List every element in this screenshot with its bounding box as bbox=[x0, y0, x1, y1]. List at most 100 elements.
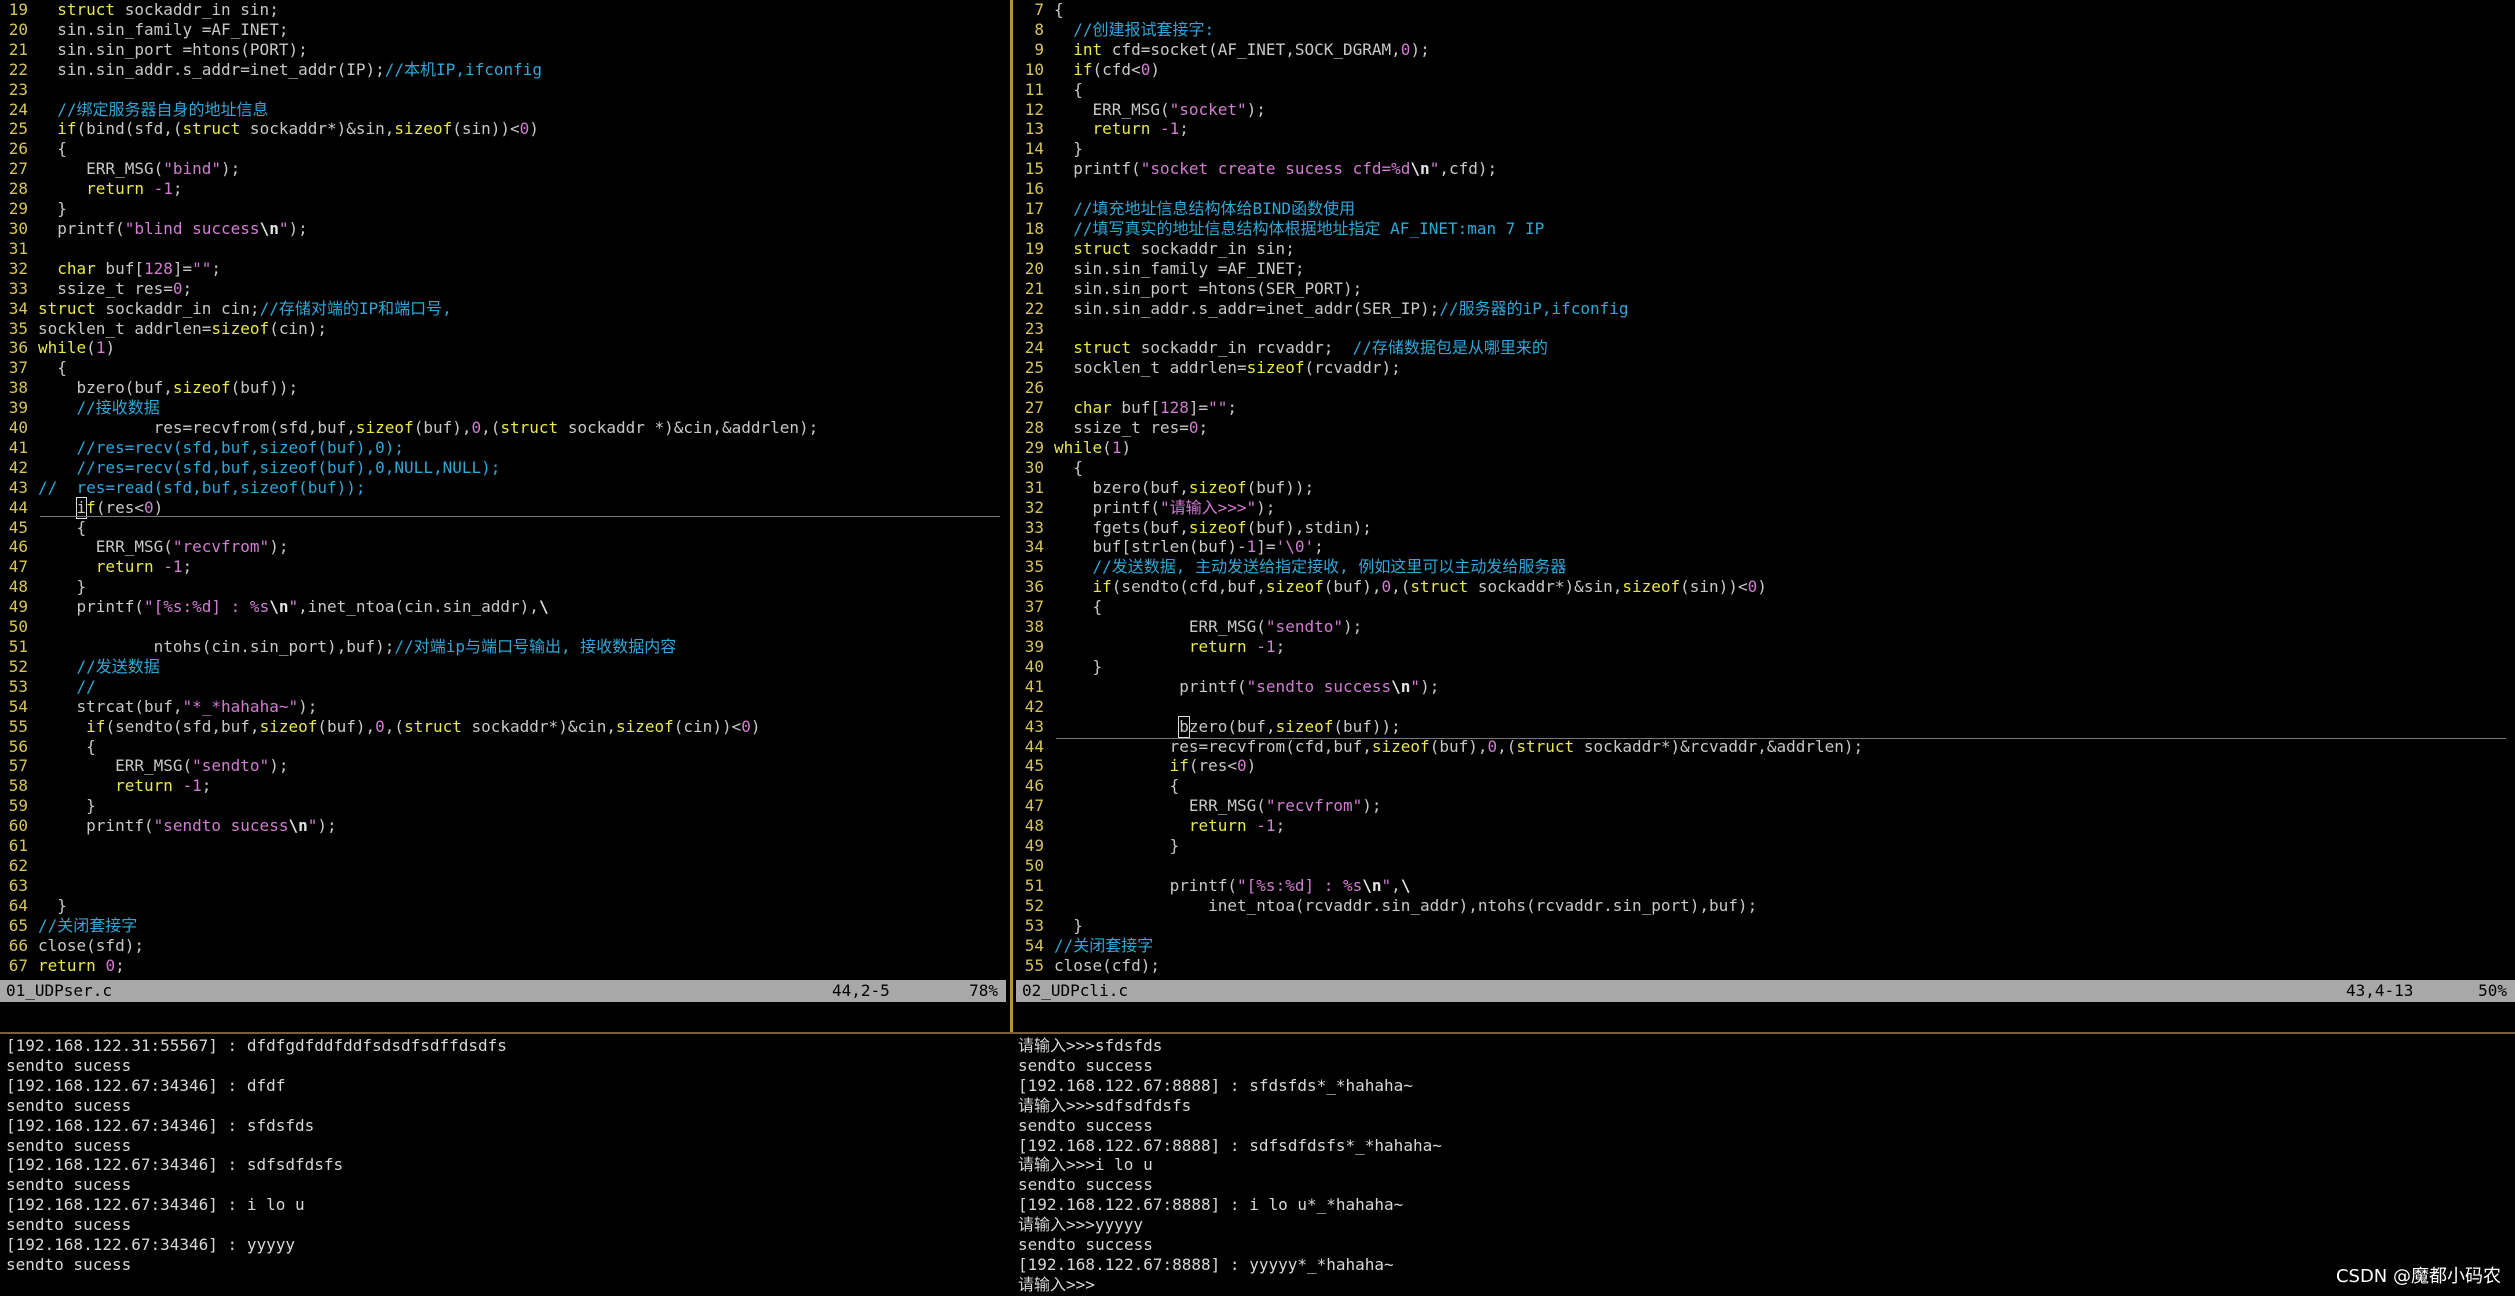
right-code-line[interactable]: 54 //关闭套接字 bbox=[1016, 936, 2515, 956]
right-code-line[interactable]: 46 { bbox=[1016, 776, 2515, 796]
right-code-line[interactable]: 19 struct sockaddr_in sin; bbox=[1016, 239, 2515, 259]
left-code-line[interactable]: 43 // res=read(sfd,buf,sizeof(buf)); bbox=[0, 478, 1006, 498]
right-code-line[interactable]: 47 ERR_MSG("recvfrom"); bbox=[1016, 796, 2515, 816]
right-code-line[interactable]: 18 //填写真实的地址信息结构体根据地址指定 AF_INET:man 7 IP bbox=[1016, 219, 2515, 239]
left-code-line[interactable]: 28 return -1; bbox=[0, 179, 1006, 199]
right-code-line[interactable]: 22 sin.sin_addr.s_addr=inet_addr(SER_IP)… bbox=[1016, 299, 2515, 319]
left-code-line[interactable]: 50 bbox=[0, 617, 1006, 637]
right-code-line[interactable]: 52 inet_ntoa(rcvaddr.sin_addr),ntohs(rcv… bbox=[1016, 896, 2515, 916]
right-code-line[interactable]: 28 ssize_t res=0; bbox=[1016, 418, 2515, 438]
right-code-line[interactable]: 21 sin.sin_port =htons(SER_PORT); bbox=[1016, 279, 2515, 299]
right-code-line[interactable]: 27 char buf[128]=""; bbox=[1016, 398, 2515, 418]
right-terminal-pane[interactable]: 请输入>>>sfdsfds sendto success [192.168.122.… bbox=[1016, 1036, 2515, 1296]
left-code-line[interactable]: 39 //接收数据 bbox=[0, 398, 1006, 418]
right-code-line[interactable]: 45 if(res<0) bbox=[1016, 756, 2515, 776]
right-code-line[interactable]: 33 fgets(buf,sizeof(buf),stdin); bbox=[1016, 518, 2515, 538]
left-code-line[interactable]: 65 //关闭套接字 bbox=[0, 916, 1006, 936]
left-code-line[interactable]: 64 } bbox=[0, 896, 1006, 916]
right-code-line[interactable]: 25 socklen_t addrlen=sizeof(rcvaddr); bbox=[1016, 358, 2515, 378]
right-code-line[interactable]: 55 close(cfd); bbox=[1016, 956, 2515, 976]
left-code-line[interactable]: 62 bbox=[0, 856, 1006, 876]
right-code-line[interactable]: 40 } bbox=[1016, 657, 2515, 677]
left-code-line[interactable]: 52 //发送数据 bbox=[0, 657, 1006, 677]
right-code-line[interactable]: 14 } bbox=[1016, 139, 2515, 159]
right-code-line[interactable]: 8 //创建报试套接字: bbox=[1016, 20, 2515, 40]
left-code-line[interactable]: 63 bbox=[0, 876, 1006, 896]
left-code-line[interactable]: 33 ssize_t res=0; bbox=[0, 279, 1006, 299]
right-code-line[interactable]: 24 struct sockaddr_in rcvaddr; //存储数据包是从… bbox=[1016, 338, 2515, 358]
horizontal-split-divider[interactable] bbox=[0, 1032, 2515, 1034]
left-code-area[interactable]: 19 struct sockaddr_in sin; 20 sin.sin_fam… bbox=[0, 0, 1006, 975]
left-code-line[interactable]: 35 socklen_t addrlen=sizeof(cin); bbox=[0, 319, 1006, 339]
left-code-line[interactable]: 49 printf("[%s:%d] : %s\n",inet_ntoa(cin… bbox=[0, 597, 1006, 617]
left-editor-pane[interactable]: 19 struct sockaddr_in sin; 20 sin.sin_fam… bbox=[0, 0, 1006, 980]
right-code-line[interactable]: 26 bbox=[1016, 378, 2515, 398]
right-code-line[interactable]: 31 bzero(buf,sizeof(buf)); bbox=[1016, 478, 2515, 498]
right-code-line[interactable]: 35 //发送数据, 主动发送给指定接收, 例如这里可以主动发给服务器 bbox=[1016, 557, 2515, 577]
left-code-line[interactable]: 66 close(sfd); bbox=[0, 936, 1006, 956]
left-code-line[interactable]: 41 //res=recv(sfd,buf,sizeof(buf),0); bbox=[0, 438, 1006, 458]
right-code-line[interactable]: 32 printf("请输入>>>"); bbox=[1016, 498, 2515, 518]
right-code-line[interactable]: 10 if(cfd<0) bbox=[1016, 60, 2515, 80]
left-code-line[interactable]: 34 struct sockaddr_in cin;//存储对端的IP和端口号, bbox=[0, 299, 1006, 319]
right-code-line[interactable]: 53 } bbox=[1016, 916, 2515, 936]
right-code-line[interactable]: 49 } bbox=[1016, 836, 2515, 856]
vertical-split-divider[interactable] bbox=[1010, 0, 1013, 1032]
left-code-line[interactable]: 56 { bbox=[0, 737, 1006, 757]
left-code-line[interactable]: 23 bbox=[0, 80, 1006, 100]
left-code-line[interactable]: 61 bbox=[0, 836, 1006, 856]
left-code-line[interactable]: 40 res=recvfrom(sfd,buf,sizeof(buf),0,(s… bbox=[0, 418, 1006, 438]
left-code-line[interactable]: 37 { bbox=[0, 358, 1006, 378]
right-code-line[interactable]: 36 if(sendto(cfd,buf,sizeof(buf),0,(stru… bbox=[1016, 577, 2515, 597]
right-code-line[interactable]: 11 { bbox=[1016, 80, 2515, 100]
left-code-line[interactable]: 19 struct sockaddr_in sin; bbox=[0, 0, 1006, 20]
right-code-line[interactable]: 39 return -1; bbox=[1016, 637, 2515, 657]
right-code-line[interactable]: 34 buf[strlen(buf)-1]='\0'; bbox=[1016, 537, 2515, 557]
left-code-line[interactable]: 67 return 0; bbox=[0, 956, 1006, 976]
right-code-line[interactable]: 44 res=recvfrom(cfd,buf,sizeof(buf),0,(s… bbox=[1016, 737, 2515, 757]
left-code-line[interactable]: 45 { bbox=[0, 518, 1006, 538]
right-code-line[interactable]: 7{ bbox=[1016, 0, 2515, 20]
right-code-line[interactable]: 30 { bbox=[1016, 458, 2515, 478]
right-code-line[interactable]: 48 return -1; bbox=[1016, 816, 2515, 836]
left-code-line[interactable]: 42 //res=recv(sfd,buf,sizeof(buf),0,NULL… bbox=[0, 458, 1006, 478]
left-code-line[interactable]: 54 strcat(buf,"*_*hahaha~"); bbox=[0, 697, 1006, 717]
left-code-line[interactable]: 51 ntohs(cin.sin_port),buf);//对端ip与端口号输出… bbox=[0, 637, 1006, 657]
left-code-line[interactable]: 21 sin.sin_port =htons(PORT); bbox=[0, 40, 1006, 60]
right-code-line[interactable]: 43 bzero(buf,sizeof(buf)); bbox=[1016, 715, 2515, 738]
left-code-line[interactable]: 60 printf("sendto sucess\n"); bbox=[0, 816, 1006, 836]
left-code-line[interactable]: 20 sin.sin_family =AF_INET; bbox=[0, 20, 1006, 40]
right-code-line[interactable]: 23 bbox=[1016, 319, 2515, 339]
left-code-line[interactable]: 30 printf("blind success\n"); bbox=[0, 219, 1006, 239]
right-code-line[interactable]: 38 ERR_MSG("sendto"); bbox=[1016, 617, 2515, 637]
right-code-line[interactable]: 15 printf("socket create sucess cfd=%d\n… bbox=[1016, 159, 2515, 179]
left-terminal-pane[interactable]: [192.168.122.31:55567] : dfdfgdfddfddfsd… bbox=[0, 1036, 1008, 1296]
right-code-line[interactable]: 9 int cfd=socket(AF_INET,SOCK_DGRAM,0); bbox=[1016, 40, 2515, 60]
left-code-line[interactable]: 31 bbox=[0, 239, 1006, 259]
left-code-line[interactable]: 55 if(sendto(sfd,buf,sizeof(buf),0,(stru… bbox=[0, 717, 1006, 737]
right-code-line[interactable]: 20 sin.sin_family =AF_INET; bbox=[1016, 259, 2515, 279]
left-code-line[interactable]: 57 ERR_MSG("sendto"); bbox=[0, 756, 1006, 776]
right-code-line[interactable]: 51 printf("[%s:%d] : %s\n",\ bbox=[1016, 876, 2515, 896]
right-code-line[interactable]: 12 ERR_MSG("socket"); bbox=[1016, 100, 2515, 120]
right-code-line[interactable]: 50 bbox=[1016, 856, 2515, 876]
left-code-line[interactable]: 27 ERR_MSG("bind"); bbox=[0, 159, 1006, 179]
left-code-line[interactable]: 38 bzero(buf,sizeof(buf)); bbox=[0, 378, 1006, 398]
right-code-line[interactable]: 42 bbox=[1016, 697, 2515, 717]
right-code-area[interactable]: 7{8 //创建报试套接字: 9 int cfd=socket(AF_INET,S… bbox=[1016, 0, 2515, 975]
left-code-line[interactable]: 29 } bbox=[0, 199, 1006, 219]
left-code-line[interactable]: 47 return -1; bbox=[0, 557, 1006, 577]
left-code-line[interactable]: 25 if(bind(sfd,(struct sockaddr*)&sin,si… bbox=[0, 119, 1006, 139]
left-code-line[interactable]: 53 // bbox=[0, 677, 1006, 697]
left-code-line[interactable]: 24 //绑定服务器自身的地址信息 bbox=[0, 100, 1006, 120]
left-code-line[interactable]: 22 sin.sin_addr.s_addr=inet_addr(IP);//本… bbox=[0, 60, 1006, 80]
right-editor-pane[interactable]: 7{8 //创建报试套接字: 9 int cfd=socket(AF_INET,S… bbox=[1016, 0, 2515, 980]
left-code-line[interactable]: 59 } bbox=[0, 796, 1006, 816]
right-code-line[interactable]: 13 return -1; bbox=[1016, 119, 2515, 139]
right-code-line[interactable]: 41 printf("sendto success\n"); bbox=[1016, 677, 2515, 697]
left-code-line[interactable]: 48 } bbox=[0, 577, 1006, 597]
right-code-line[interactable]: 29 while(1) bbox=[1016, 438, 2515, 458]
right-code-line[interactable]: 16 bbox=[1016, 179, 2515, 199]
right-code-line[interactable]: 37 { bbox=[1016, 597, 2515, 617]
left-code-line[interactable]: 36 while(1) bbox=[0, 338, 1006, 358]
